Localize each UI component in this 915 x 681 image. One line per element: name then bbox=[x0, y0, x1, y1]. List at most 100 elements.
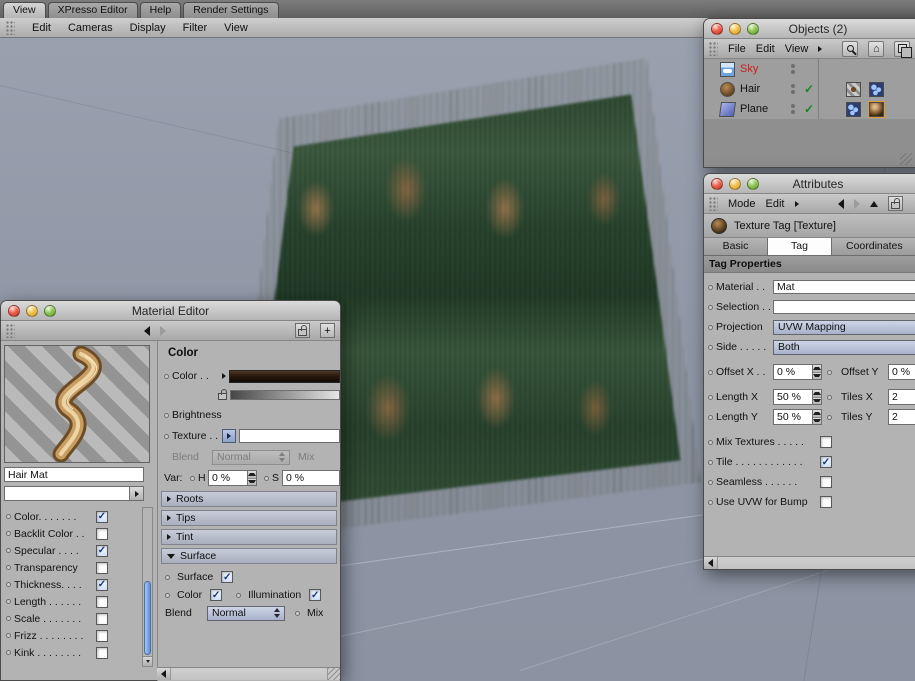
offset-x-spinner[interactable]: 0 % bbox=[773, 364, 822, 380]
visibility-dots[interactable] bbox=[786, 84, 800, 94]
texture-field[interactable] bbox=[239, 429, 340, 443]
offset-y-field[interactable]: 0 % bbox=[888, 364, 915, 380]
palette-grip[interactable] bbox=[709, 41, 718, 56]
resize-grip[interactable] bbox=[900, 153, 912, 165]
length-y-spinner[interactable]: 50 % bbox=[773, 409, 822, 425]
scroll-left-icon[interactable] bbox=[704, 557, 718, 569]
keyframe-dot[interactable] bbox=[6, 565, 11, 570]
channel-row-color[interactable]: Color. . . . . . . bbox=[4, 508, 154, 525]
surface-color-checkbox[interactable] bbox=[210, 589, 223, 601]
keyframe-dot[interactable] bbox=[190, 475, 195, 481]
menu-cameras[interactable]: Cameras bbox=[68, 22, 113, 34]
minimize-button[interactable] bbox=[729, 23, 741, 35]
lock-icon[interactable] bbox=[218, 389, 227, 400]
thickness-channel-checkbox[interactable] bbox=[96, 578, 108, 591]
keyframe-dot[interactable] bbox=[164, 433, 169, 439]
vertical-scrollbar[interactable] bbox=[142, 507, 153, 667]
attributes-menu-edit[interactable]: Edit bbox=[766, 198, 785, 210]
keyframe-dot[interactable] bbox=[708, 499, 713, 505]
material-field[interactable]: Mat bbox=[773, 280, 915, 294]
backlit-channel-checkbox[interactable] bbox=[96, 527, 108, 540]
close-button[interactable] bbox=[711, 23, 723, 35]
channel-row-scale[interactable]: Scale . . . . . . . bbox=[4, 610, 154, 627]
tiles-x-field[interactable]: 2 bbox=[888, 389, 915, 405]
object-row-hair[interactable]: Hair bbox=[704, 79, 915, 99]
lock-icon[interactable] bbox=[295, 323, 310, 338]
palette-grip[interactable] bbox=[709, 196, 718, 211]
horizontal-scrollbar[interactable] bbox=[704, 556, 915, 569]
color-swatch[interactable] bbox=[229, 369, 340, 383]
minimize-button[interactable] bbox=[729, 178, 741, 190]
close-button[interactable] bbox=[711, 178, 723, 190]
keyframe-dot[interactable] bbox=[165, 592, 170, 598]
objects-menu-file[interactable]: File bbox=[728, 43, 746, 55]
keyframe-dot[interactable] bbox=[827, 394, 832, 400]
close-button[interactable] bbox=[8, 305, 20, 317]
object-name-sky[interactable]: Sky bbox=[740, 63, 786, 75]
phong-tag-icon[interactable] bbox=[846, 101, 861, 117]
keyframe-dot[interactable] bbox=[708, 344, 713, 350]
zoom-button[interactable] bbox=[44, 305, 56, 317]
keyframe-dot[interactable] bbox=[708, 369, 713, 375]
objects-menu-view[interactable]: View bbox=[785, 43, 809, 55]
scrollbar-thumb[interactable] bbox=[144, 580, 151, 655]
tile-checkbox[interactable] bbox=[820, 456, 832, 468]
h-field[interactable]: 0 % bbox=[208, 470, 248, 486]
frizz-channel-checkbox[interactable] bbox=[96, 629, 108, 642]
keyframe-dot[interactable] bbox=[827, 369, 832, 375]
keyframe-dot[interactable] bbox=[6, 548, 11, 553]
keyframe-dot[interactable] bbox=[6, 650, 11, 655]
tiles-y-spinner[interactable]: 2 bbox=[888, 409, 915, 425]
tab-view[interactable]: View bbox=[3, 2, 46, 18]
material-name-field[interactable]: Hair Mat bbox=[4, 467, 144, 482]
zoom-button[interactable] bbox=[747, 178, 759, 190]
offset-y-spinner[interactable]: 0 % bbox=[888, 364, 915, 380]
history-back-icon[interactable] bbox=[838, 198, 844, 209]
keyframe-dot[interactable] bbox=[708, 414, 713, 420]
length-x-field[interactable]: 50 % bbox=[773, 389, 813, 405]
keyframe-dot[interactable] bbox=[164, 412, 169, 418]
s-spinner[interactable]: 0 % bbox=[282, 470, 340, 486]
object-name-hair[interactable]: Hair bbox=[740, 83, 786, 95]
channel-row-length[interactable]: Length . . . . . . bbox=[4, 593, 154, 610]
keyframe-dot[interactable] bbox=[708, 284, 713, 290]
keyframe-dot[interactable] bbox=[165, 574, 170, 580]
resize-grip[interactable] bbox=[327, 668, 340, 680]
surface-checkbox[interactable] bbox=[221, 571, 234, 583]
keyframe-dot[interactable] bbox=[708, 439, 713, 445]
object-row-sky[interactable]: Sky bbox=[704, 59, 915, 79]
keyframe-dot[interactable] bbox=[6, 531, 11, 536]
keyframe-dot[interactable] bbox=[708, 324, 713, 330]
transparency-channel-checkbox[interactable] bbox=[96, 561, 108, 574]
channel-row-backlit[interactable]: Backlit Color . . bbox=[4, 525, 154, 542]
menu-edit[interactable]: Edit bbox=[32, 22, 51, 34]
horizontal-scrollbar[interactable] bbox=[157, 667, 340, 680]
palette-grip[interactable] bbox=[6, 20, 15, 35]
keyframe-dot[interactable] bbox=[708, 459, 713, 465]
s-field[interactable]: 0 % bbox=[282, 470, 340, 486]
keyframe-dot[interactable] bbox=[6, 514, 11, 519]
zoom-button[interactable] bbox=[747, 23, 759, 35]
material-preview[interactable] bbox=[4, 345, 150, 463]
object-row-plane[interactable]: Plane bbox=[704, 99, 915, 119]
objects-titlebar[interactable]: Objects (2) bbox=[704, 19, 915, 39]
lock-icon[interactable] bbox=[888, 196, 903, 211]
menu-overflow-icon[interactable] bbox=[794, 200, 799, 207]
kink-channel-checkbox[interactable] bbox=[96, 646, 108, 659]
color-channel-checkbox[interactable] bbox=[96, 510, 108, 523]
brightness-slider[interactable] bbox=[230, 390, 340, 400]
attributes-menu-mode[interactable]: Mode bbox=[728, 198, 756, 210]
scroll-left-icon[interactable] bbox=[157, 668, 171, 680]
menu-display[interactable]: Display bbox=[130, 22, 166, 34]
palette-grip[interactable] bbox=[6, 323, 15, 338]
keyframe-dot[interactable] bbox=[264, 475, 269, 481]
tab-xpresso-editor[interactable]: XPresso Editor bbox=[47, 2, 138, 18]
keyframe-dot[interactable] bbox=[708, 479, 713, 485]
keyframe-dot[interactable] bbox=[236, 592, 242, 598]
keyframe-dot[interactable] bbox=[827, 414, 832, 420]
h-spinner[interactable]: 0 % bbox=[208, 470, 257, 486]
visibility-dots[interactable] bbox=[786, 64, 800, 74]
menu-overflow-icon[interactable] bbox=[818, 45, 823, 52]
parent-up-icon[interactable] bbox=[870, 200, 878, 207]
spinner-arrows-icon[interactable] bbox=[813, 364, 822, 380]
